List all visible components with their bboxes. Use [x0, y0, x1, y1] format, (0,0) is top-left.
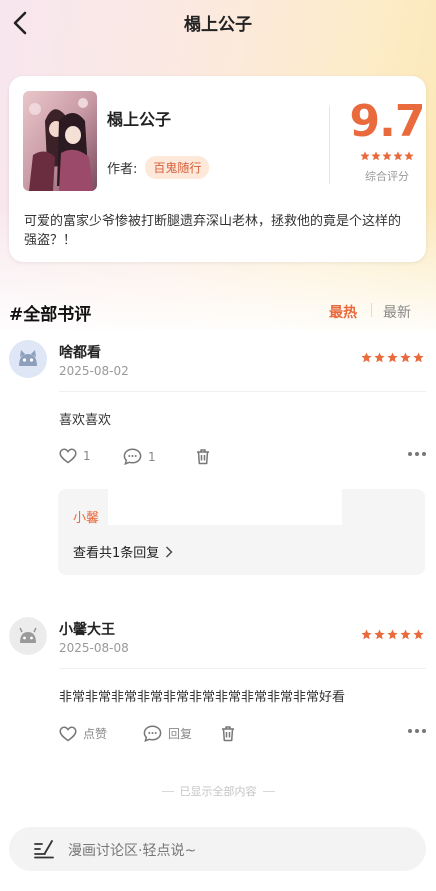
review-date: 2025-08-02 [59, 364, 129, 378]
page-title: 榻上公子 [184, 15, 252, 35]
star-icon [413, 629, 424, 640]
more-options-button[interactable] [408, 729, 426, 733]
top-nav: 榻上公子 [0, 0, 436, 46]
star-icon [393, 151, 403, 161]
star-icon [374, 629, 385, 640]
like-button[interactable]: 点赞 [59, 725, 107, 742]
review-date: 2025-08-08 [59, 641, 129, 655]
sort-hot-tab[interactable]: 最热 [329, 302, 357, 322]
star-icon [382, 151, 392, 161]
reply-preview[interactable]: 小馨 查看共1条回复 [58, 489, 425, 575]
star-icon [387, 629, 398, 640]
avatar[interactable] [9, 617, 47, 655]
robot-avatar-icon [9, 617, 47, 655]
redacted-reply-text [108, 489, 342, 525]
sort-divider [371, 303, 372, 317]
comment-icon [123, 448, 142, 465]
end-of-list-note: 已显示全部内容 [0, 783, 436, 799]
score-stars [349, 151, 425, 161]
review-actions: 1 1 [59, 448, 426, 470]
edit-icon [34, 840, 54, 859]
end-note-text: 已显示全部内容 [179, 785, 257, 798]
star-icon [404, 151, 414, 161]
author-tag[interactable]: 百鬼随行 [145, 156, 210, 179]
cover-art [23, 91, 97, 191]
end-line [161, 790, 174, 792]
star-icon [360, 151, 370, 161]
score-value: 9.7 [349, 96, 426, 147]
author-label: 作者: [107, 162, 138, 177]
dot-icon [422, 729, 426, 733]
reply-user[interactable]: 小馨 [73, 507, 99, 526]
book-title: 榻上公子 [107, 110, 172, 129]
view-replies-link[interactable]: 查看共1条回复 [73, 542, 173, 561]
book-cover[interactable] [23, 91, 97, 191]
chevron-right-icon [166, 546, 173, 557]
comment-count: 1 [148, 449, 156, 464]
avatar[interactable] [9, 340, 47, 378]
star-icon [400, 629, 411, 640]
review-actions: 点赞 回复 [59, 725, 426, 747]
book-info-card: 榻上公子 作者: 百鬼随行 9.7 综合评分 可爱的富家少爷惨被打断腿遗弃深山老… [9, 76, 426, 262]
trash-icon [197, 449, 209, 465]
end-line [262, 790, 275, 792]
comment-icon [143, 725, 162, 742]
trash-icon [222, 726, 234, 742]
like-label: 点赞 [83, 727, 108, 741]
review-text[interactable]: 非常非常非常非常非常非常非常非常非常非常好看 [59, 686, 345, 705]
view-replies-label: 查看共1条回复 [73, 546, 160, 561]
reviewer-name[interactable]: 小馨大王 [59, 619, 115, 639]
star-icon [371, 151, 381, 161]
star-icon [361, 352, 372, 363]
review-stars [361, 352, 424, 363]
review-text[interactable]: 喜欢喜欢 [59, 409, 111, 428]
author-row: 作者: 百鬼随行 [107, 156, 210, 179]
like-count: 1 [83, 449, 91, 463]
like-button[interactable]: 1 [59, 448, 91, 464]
heart-icon [59, 726, 77, 741]
sort-new-tab[interactable]: 最新 [383, 302, 411, 322]
comment-input[interactable]: 漫画讨论区·轻点说~ [9, 827, 426, 871]
reply-button[interactable]: 回复 [143, 725, 192, 742]
bottom-comment-bar: 漫画讨论区·轻点说~ [0, 818, 436, 891]
heart-icon [59, 448, 77, 464]
star-icon [361, 629, 372, 640]
section-title: #全部书评 [9, 305, 92, 325]
delete-button[interactable] [195, 448, 211, 465]
star-icon [387, 352, 398, 363]
divider [59, 668, 426, 669]
dot-icon [408, 729, 412, 733]
dot-icon [415, 729, 419, 733]
review-stars [361, 629, 424, 640]
reply-label: 回复 [168, 727, 193, 741]
dot-icon [408, 452, 412, 456]
comment-placeholder: 漫画讨论区·轻点说~ [68, 843, 197, 859]
star-icon [413, 352, 424, 363]
cat-avatar-icon [9, 340, 47, 378]
comment-button[interactable]: 1 [123, 448, 156, 465]
dot-icon [415, 452, 419, 456]
star-icon [374, 352, 385, 363]
book-summary: 可爱的富家少爷惨被打断腿遗弃深山老林，拯救他的竟是个这样的强盗？！ [24, 214, 402, 248]
star-icon [400, 352, 411, 363]
dot-icon [422, 452, 426, 456]
delete-button[interactable] [220, 725, 236, 742]
divider [329, 106, 330, 184]
more-options-button[interactable] [408, 452, 426, 456]
reviews-header: #全部书评 最热 最新 [9, 298, 417, 325]
reviewer-name[interactable]: 啥都看 [59, 342, 101, 362]
divider [59, 391, 426, 392]
score-label: 综合评分 [365, 170, 409, 183]
